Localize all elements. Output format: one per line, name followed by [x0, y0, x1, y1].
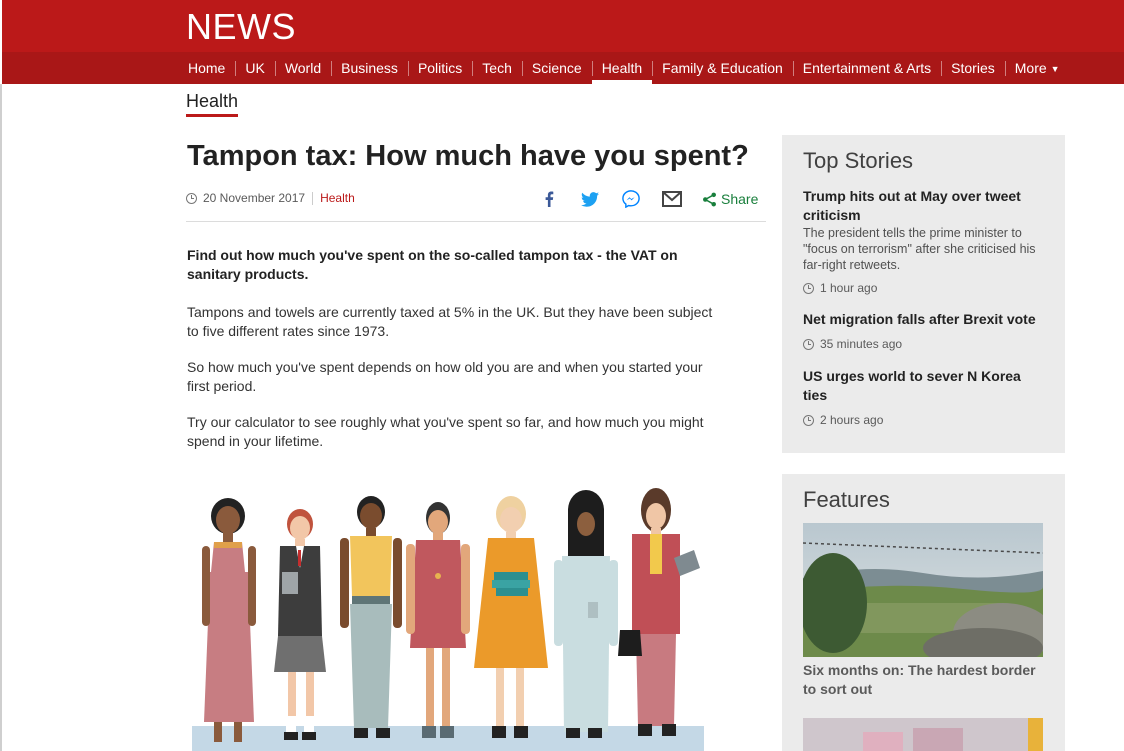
story-item[interactable]: Trump hits out at May over tweet critici… [803, 187, 1048, 295]
article-section-link[interactable]: Health [320, 191, 355, 205]
news-logo[interactable]: NEWS [186, 8, 296, 46]
share-label: Share [721, 191, 759, 207]
meta-divider-line [186, 221, 766, 222]
nav-item-world[interactable]: World [274, 52, 331, 84]
nav-item-science[interactable]: Science [521, 52, 592, 84]
nav-item-stories[interactable]: Stories [941, 52, 1005, 84]
messenger-icon[interactable] [620, 188, 642, 210]
clock-icon [803, 282, 814, 294]
figure-2 [274, 509, 326, 740]
nav-item-tech[interactable]: Tech [472, 52, 522, 84]
article-paragraph: Tampons and towels are currently taxed a… [187, 304, 713, 339]
story-summary: The president tells the prime minister t… [803, 226, 1036, 272]
women-illustration [190, 480, 710, 751]
story-title[interactable]: US urges world to sever N Korea ties [803, 367, 1048, 405]
nav-item-politics[interactable]: Politics [407, 52, 472, 84]
figure-1 [202, 498, 256, 742]
story-item[interactable]: Net migration falls after Brexit vote 35… [803, 310, 1048, 351]
top-stories-title: Top Stories [803, 148, 914, 173]
left-border [0, 84, 2, 751]
nav-item-home[interactable]: Home [186, 52, 235, 84]
article-intro: Find out how much you've spent on the so… [187, 247, 678, 282]
figure-4 [406, 502, 470, 738]
article-paragraph: Try our calculator to see roughly what y… [187, 414, 704, 449]
nav-item-more-label: More [1014, 60, 1047, 76]
feature-image[interactable] [803, 523, 1043, 657]
article-paragraph: So how much you've spent depends on how … [187, 359, 703, 394]
features-panel: Features Six months on: The hardest bord… [782, 474, 1065, 751]
story-item[interactable]: US urges world to sever N Korea ties 2 h… [803, 367, 1048, 427]
clock-icon [803, 414, 814, 426]
nav-item-business[interactable]: Business [331, 52, 408, 84]
article-date: 20 November 2017 [203, 191, 306, 205]
figure-7 [618, 488, 700, 736]
feature-title[interactable]: Six months on: The hardest border to sor… [803, 661, 1048, 699]
section-tab-health[interactable]: Health [186, 91, 239, 117]
nav-item-entertainment-arts[interactable]: Entertainment & Arts [792, 52, 941, 84]
story-time-label: 1 hour ago [820, 281, 878, 295]
figure-6 [554, 490, 618, 738]
story-time: 35 minutes ago [803, 337, 1048, 351]
share-bar: Share [538, 188, 758, 210]
meta-divider [312, 191, 314, 205]
clock-icon [803, 338, 814, 350]
story-time-label: 2 hours ago [820, 413, 884, 427]
nav-item-family-education[interactable]: Family & Education [652, 52, 793, 84]
features-title: Features [803, 487, 890, 512]
main-nav: Home UK World Business Politics Tech Sci… [186, 52, 1070, 84]
feature-image-2[interactable] [803, 718, 1043, 751]
story-time: 2 hours ago [803, 413, 1048, 427]
clock-icon [186, 192, 197, 204]
chevron-down-icon: ▼ [1050, 64, 1060, 74]
figure-3 [340, 496, 402, 738]
story-title[interactable]: Trump hits out at May over tweet critici… [803, 187, 1048, 225]
nav-item-more[interactable]: More ▼ [1004, 52, 1070, 84]
story-time-label: 35 minutes ago [820, 337, 903, 351]
share-icon [703, 192, 716, 206]
story-title[interactable]: Net migration falls after Brexit vote [803, 310, 1048, 329]
share-button[interactable]: Share [702, 191, 758, 207]
article-meta: 20 November 2017 Health [186, 191, 355, 205]
facebook-icon[interactable] [538, 188, 560, 210]
email-icon[interactable] [661, 188, 683, 210]
nav-item-uk[interactable]: UK [235, 52, 274, 84]
masthead: NEWS Home UK World Business Politics Tec… [2, 0, 1124, 84]
figure-5 [474, 496, 548, 738]
nav-item-health[interactable]: Health [591, 52, 653, 84]
story-time: 1 hour ago [803, 281, 1048, 295]
top-stories-panel: Top Stories Trump hits out at May over t… [782, 135, 1065, 453]
article-body: Find out how much you've spent on the so… [187, 246, 727, 468]
twitter-icon[interactable] [579, 188, 601, 210]
article-headline: Tampon tax: How much have you spent? [187, 140, 749, 172]
